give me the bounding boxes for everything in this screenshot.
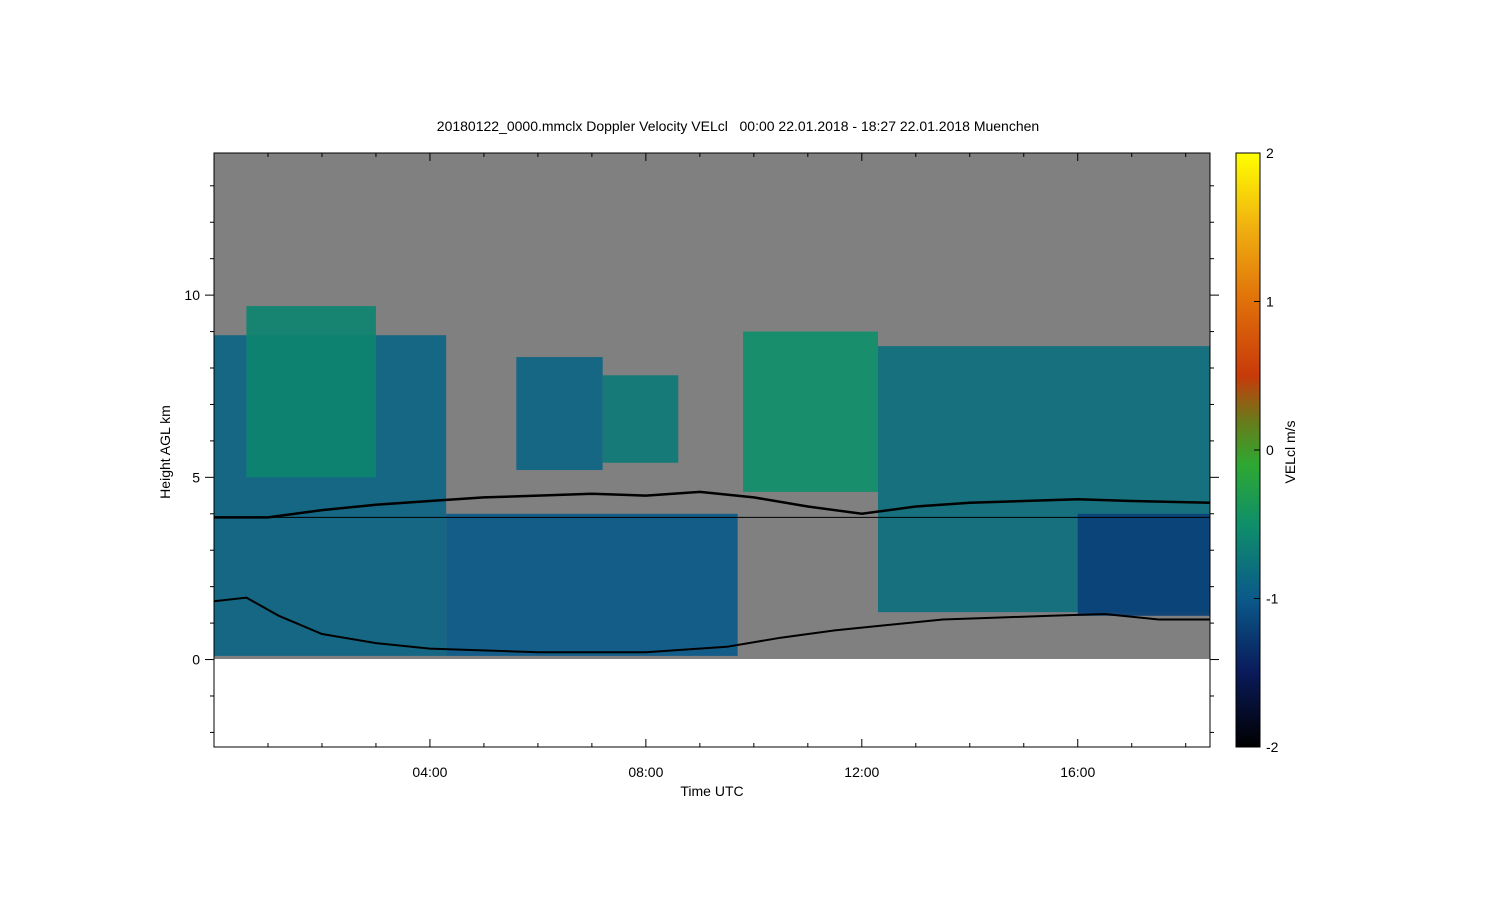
- y-tick-label: 5: [192, 469, 200, 485]
- echo-region-late-upper: [743, 331, 878, 492]
- doppler-velocity-chart: 20180122_0000.mmclx Doppler Velocity VEL…: [157, 118, 1298, 799]
- colorbar-tick-label: -2: [1266, 739, 1279, 755]
- y-tick-label: 10: [184, 287, 200, 303]
- x-axis-label: Time UTC: [680, 783, 743, 799]
- colorbar-tick-label: 0: [1266, 442, 1274, 458]
- echo-region-late-lower: [1077, 513, 1210, 616]
- echo-region-mid-upper-a: [516, 357, 603, 471]
- echo-region-mid-lower: [446, 513, 738, 656]
- x-tick-label: 08:00: [628, 764, 663, 780]
- chart-title: 20180122_0000.mmclx Doppler Velocity VEL…: [437, 118, 1039, 134]
- colorbar-tick-label: 1: [1266, 294, 1274, 310]
- x-tick-label: 16:00: [1060, 764, 1095, 780]
- x-tick-label: 04:00: [412, 764, 447, 780]
- colorbar-tick-label: -1: [1266, 591, 1279, 607]
- plot-area: [213, 152, 1211, 748]
- echo-region-mid-upper-b: [602, 375, 679, 463]
- y-tick-label: 0: [192, 652, 200, 668]
- colorbar-label: VELcl m/s: [1282, 420, 1298, 483]
- below-ground-area: [214, 659, 1210, 747]
- y-axis-label: Height AGL km: [157, 405, 173, 499]
- x-tick-label: 12:00: [844, 764, 879, 780]
- echo-region-early-upper: [246, 306, 376, 478]
- colorbar-tick-label: 2: [1266, 145, 1274, 161]
- colorbar: 2 1 0 -1 -2 VELcl m/s: [1235, 145, 1298, 755]
